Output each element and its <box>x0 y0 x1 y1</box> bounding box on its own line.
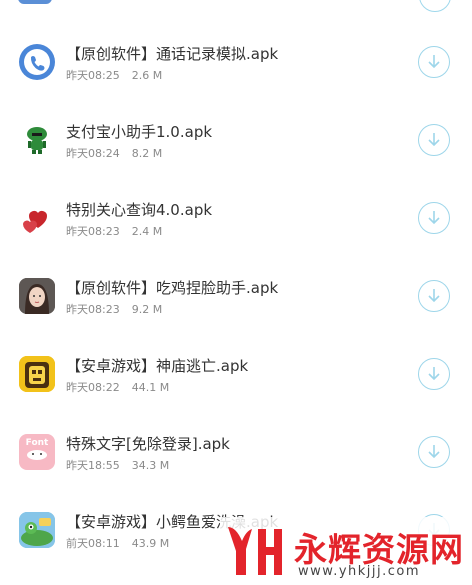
file-name: 支付宝小助手1.0.apk <box>66 123 213 141</box>
download-button[interactable] <box>418 124 450 156</box>
download-arrow-icon <box>428 133 440 147</box>
download-button[interactable] <box>418 202 450 234</box>
file-time: 昨天18:55 <box>66 459 120 472</box>
download-arrow-icon <box>428 211 440 225</box>
green-robot-icon <box>19 122 55 158</box>
download-button[interactable] <box>418 280 450 312</box>
file-time: 昨天08:22 <box>66 381 120 394</box>
file-meta: 前天08:11 43.9 M <box>66 535 169 551</box>
file-size: 2.6 M <box>131 69 163 82</box>
download-arrow-icon <box>428 289 440 303</box>
watermark-logo-icon <box>228 527 282 575</box>
file-meta: 昨天18:55 34.3 M <box>66 457 169 473</box>
crocodile-game-icon <box>19 512 55 548</box>
download-arrow-icon <box>428 445 440 459</box>
watermark: 永辉资源网 www.yhkjjj.com <box>220 517 472 585</box>
avatar-face-icon <box>19 278 55 314</box>
file-meta: 昨天08:23 2.4 M <box>66 223 162 239</box>
file-time: 昨天08:25 <box>66 69 120 82</box>
list-item[interactable]: Font 特殊文字[免除登录].apk 昨天18:55 34.3 M <box>0 412 472 490</box>
hearts-icon <box>19 202 55 238</box>
file-meta: 昨天08:23 9.2 M <box>66 301 162 317</box>
partial-app-icon <box>18 0 52 4</box>
list-item[interactable]: 【原创软件】吃鸡捏脸助手.apk 昨天08:23 9.2 M <box>0 256 472 334</box>
file-time: 昨天08:24 <box>66 147 120 160</box>
font-app-icon: Font <box>19 434 55 470</box>
list-item[interactable]: 【安卓游戏】神庙逃亡.apk 昨天08:22 44.1 M <box>0 334 472 412</box>
list-item[interactable]: 支付宝小助手1.0.apk 昨天08:24 8.2 M <box>0 100 472 178</box>
list-item[interactable]: 特别关心查询4.0.apk 昨天08:23 2.4 M <box>0 178 472 256</box>
phone-call-icon <box>19 44 55 80</box>
file-name: 【原创软件】吃鸡捏脸助手.apk <box>66 279 279 297</box>
file-meta: 昨天08:24 8.2 M <box>66 145 162 161</box>
file-name: 【安卓游戏】神庙逃亡.apk <box>66 357 249 375</box>
file-size: 8.2 M <box>131 147 163 160</box>
font-icon-label: Font <box>25 438 49 448</box>
list-item[interactable]: 【原创软件】通话记录模拟.apk 昨天08:25 2.6 M <box>0 22 472 100</box>
download-button[interactable] <box>418 358 450 390</box>
file-time: 前天08:11 <box>66 537 120 550</box>
file-size: 43.9 M <box>131 537 170 550</box>
file-time: 昨天08:23 <box>66 303 120 316</box>
file-size: 34.3 M <box>131 459 170 472</box>
file-name: 【原创软件】通话记录模拟.apk <box>66 45 279 63</box>
download-arrow-icon <box>428 367 440 381</box>
file-name: 特别关心查询4.0.apk <box>66 201 213 219</box>
file-size: 2.4 M <box>131 225 163 238</box>
file-size: 44.1 M <box>131 381 170 394</box>
file-size: 9.2 M <box>131 303 163 316</box>
download-button[interactable] <box>418 436 450 468</box>
download-arrow-icon <box>428 55 440 69</box>
partial-download-button[interactable] <box>419 0 451 12</box>
file-meta: 昨天08:22 44.1 M <box>66 379 169 395</box>
file-meta: 昨天08:25 2.6 M <box>66 67 162 83</box>
temple-run-icon <box>19 356 55 392</box>
download-button[interactable] <box>418 46 450 78</box>
file-time: 昨天08:23 <box>66 225 120 238</box>
watermark-url: www.yhkjjj.com <box>298 564 421 579</box>
file-name: 特殊文字[免除登录].apk <box>66 435 230 453</box>
